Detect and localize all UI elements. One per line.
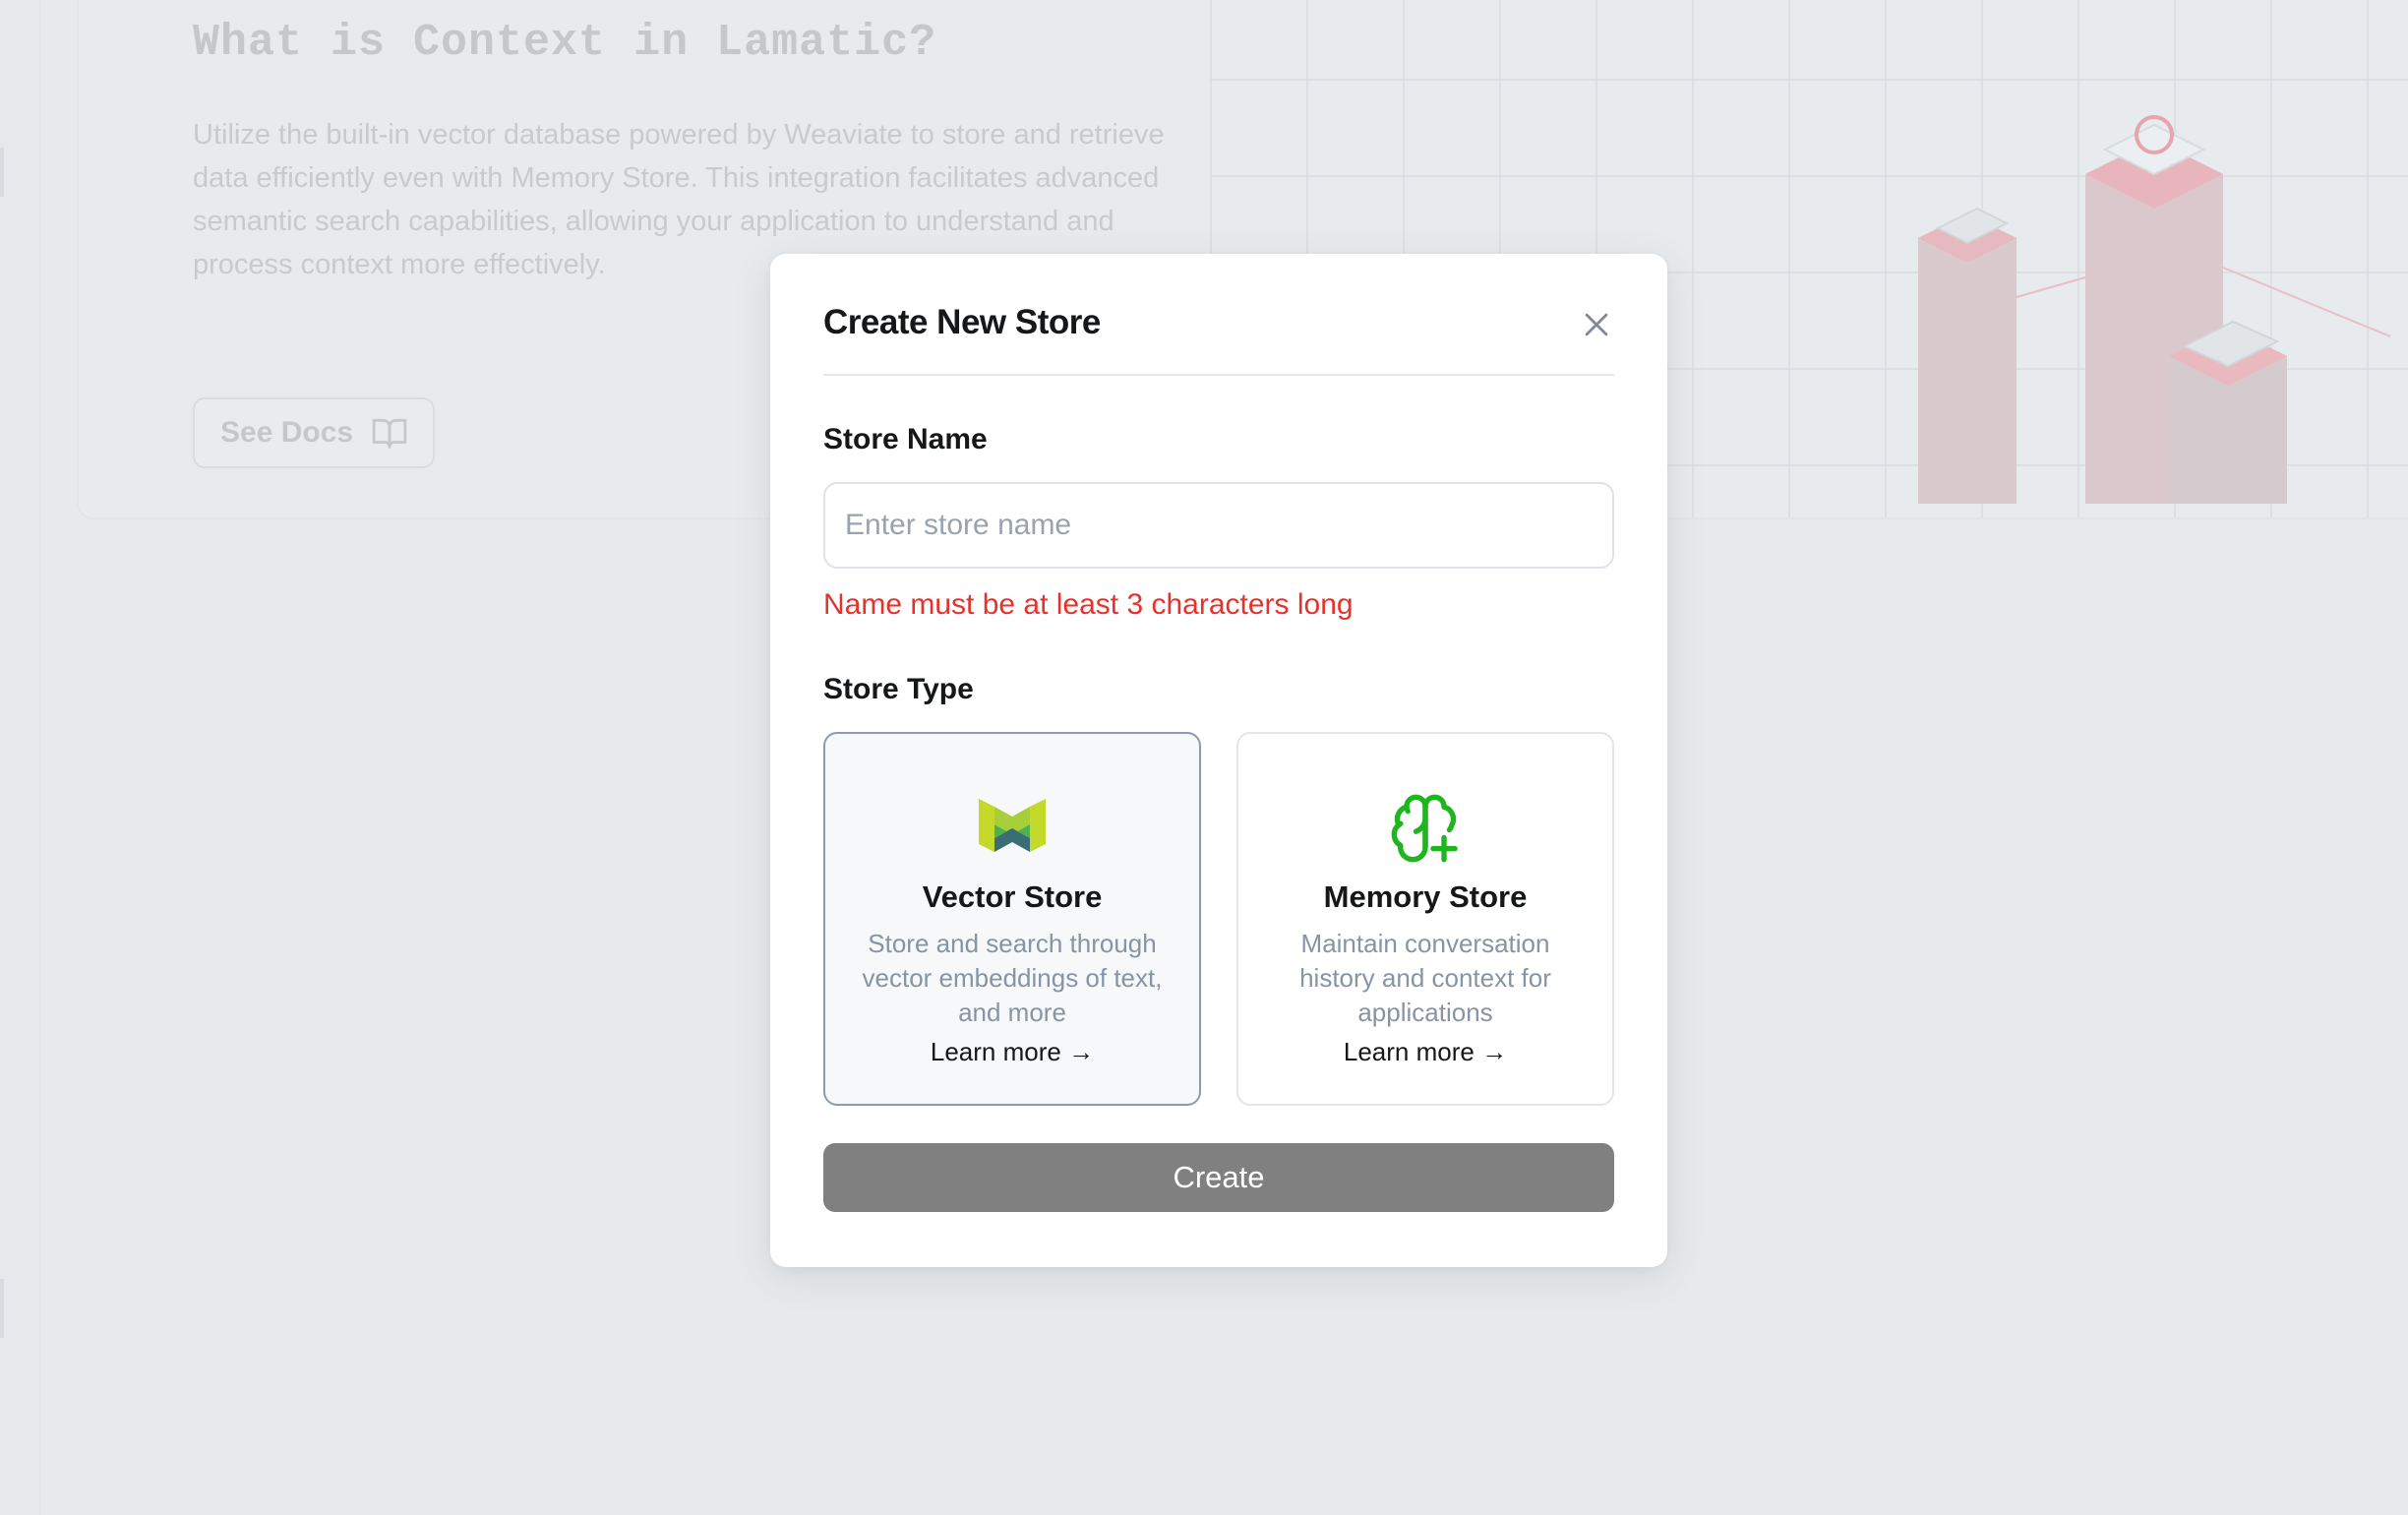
arrow-right-icon: → [1068, 1037, 1095, 1066]
store-name-error: Name must be at least 3 characters long [823, 588, 1354, 621]
learn-more-label: Learn more [930, 1037, 1061, 1066]
weaviate-logo-icon [979, 799, 1046, 852]
store-name-input[interactable] [823, 482, 1614, 569]
create-button[interactable]: Create [823, 1143, 1614, 1212]
store-name-label: Store Name [823, 423, 988, 455]
arrow-right-icon: → [1481, 1037, 1508, 1066]
vector-store-title: Vector Store [922, 879, 1103, 914]
store-type-label: Store Type [823, 673, 974, 705]
create-store-modal: Create New Store Store Name Name must be… [770, 254, 1667, 1267]
memory-store-description: Maintain conversation history and contex… [1299, 929, 1551, 1027]
memory-store-title: Memory Store [1323, 879, 1528, 914]
vector-store-learn-more-link[interactable]: Learn more → [825, 1037, 1199, 1067]
close-button[interactable] [1575, 303, 1618, 346]
learn-more-label: Learn more [1343, 1037, 1475, 1066]
vector-store-description: Store and search through vector embeddin… [862, 929, 1163, 1027]
memory-store-option[interactable]: Memory Store Maintain conversation histo… [1236, 732, 1614, 1106]
brain-plus-icon [1391, 794, 1458, 863]
memory-store-learn-more-link[interactable]: Learn more → [1238, 1037, 1612, 1067]
header-divider [823, 374, 1614, 376]
modal-title: Create New Store [823, 303, 1101, 341]
store-page: What is Context in Lamatic? Utilize the … [0, 0, 2408, 1515]
close-icon [1585, 313, 1608, 336]
vector-store-option[interactable]: Vector Store Store and search through ve… [823, 732, 1201, 1106]
